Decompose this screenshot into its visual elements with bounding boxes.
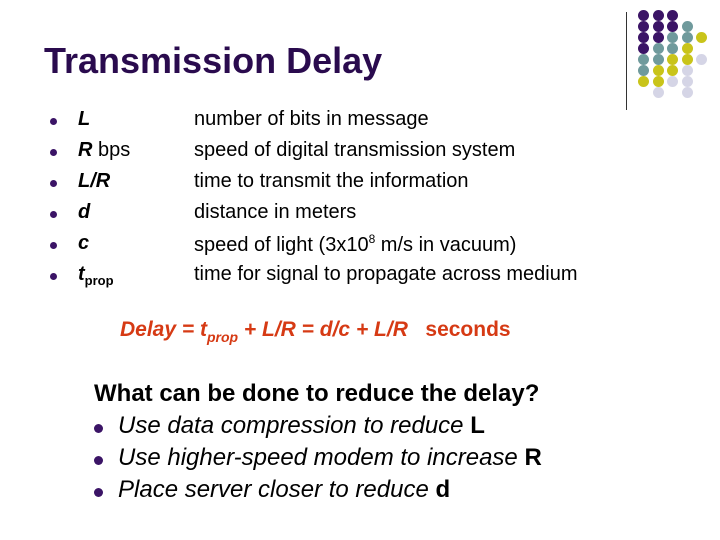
- dot-lavender: [652, 87, 664, 98]
- term: R bps: [78, 139, 131, 161]
- dot-purple: [667, 21, 678, 32]
- dot-yellow: [696, 32, 707, 43]
- delay-formula: Delay = tprop + L/R = d/c + L/R seconds: [120, 318, 511, 345]
- bullet-icon: [50, 273, 57, 280]
- question-heading: What can be done to reduce the delay?: [94, 380, 540, 407]
- dot-yellow: [652, 76, 664, 87]
- dot-teal: [681, 21, 693, 32]
- dot-yellow: [681, 54, 693, 65]
- dot-purple: [667, 10, 678, 21]
- dot-yellow: [638, 76, 649, 87]
- dot-teal: [652, 54, 664, 65]
- dot-purple: [652, 10, 664, 21]
- dot-purple: [652, 32, 664, 43]
- bullet-icon: [50, 118, 57, 125]
- dot-teal: [638, 54, 649, 65]
- dot-purple: [638, 32, 649, 43]
- dot-purple: [652, 21, 664, 32]
- description: time to transmit the information: [194, 170, 469, 192]
- bullet-icon: [94, 456, 103, 465]
- bullet-icon: [94, 488, 103, 497]
- term: tprop: [78, 263, 114, 288]
- bullet-icon: [50, 180, 57, 187]
- dot-yellow: [667, 54, 678, 65]
- dot-purple: [638, 21, 649, 32]
- divider-line: [626, 12, 627, 110]
- dot-teal: [652, 43, 664, 54]
- dot-teal: [667, 43, 678, 54]
- dot-purple: [638, 10, 649, 21]
- dot-teal: [638, 65, 649, 76]
- dot-teal: [681, 32, 693, 43]
- dot-lavender: [696, 54, 707, 65]
- dot-yellow: [681, 43, 693, 54]
- term: d: [78, 201, 91, 223]
- description: speed of digital transmission system: [194, 139, 516, 161]
- dot-lavender: [681, 76, 693, 87]
- dot-lavender: [681, 65, 693, 76]
- description: speed of light (3x108 m/s in vacuum): [194, 232, 517, 256]
- bullet-icon: [50, 149, 57, 156]
- bullet-icon: [50, 242, 57, 249]
- dot-yellow: [667, 65, 678, 76]
- bullet-icon: [94, 424, 103, 433]
- term: L: [78, 108, 91, 130]
- description: time for signal to propagate across medi…: [194, 263, 578, 285]
- dot-teal: [667, 32, 678, 43]
- term: L/R: [78, 170, 111, 192]
- slide-title: Transmission Delay: [44, 40, 383, 81]
- dot-purple: [638, 43, 649, 54]
- term: c: [78, 232, 90, 254]
- dot-yellow: [652, 65, 664, 76]
- dot-lavender: [667, 76, 678, 87]
- bullet-icon: [50, 211, 57, 218]
- description: number of bits in message: [194, 108, 429, 130]
- dot-lavender: [681, 87, 693, 98]
- description: distance in meters: [194, 201, 357, 223]
